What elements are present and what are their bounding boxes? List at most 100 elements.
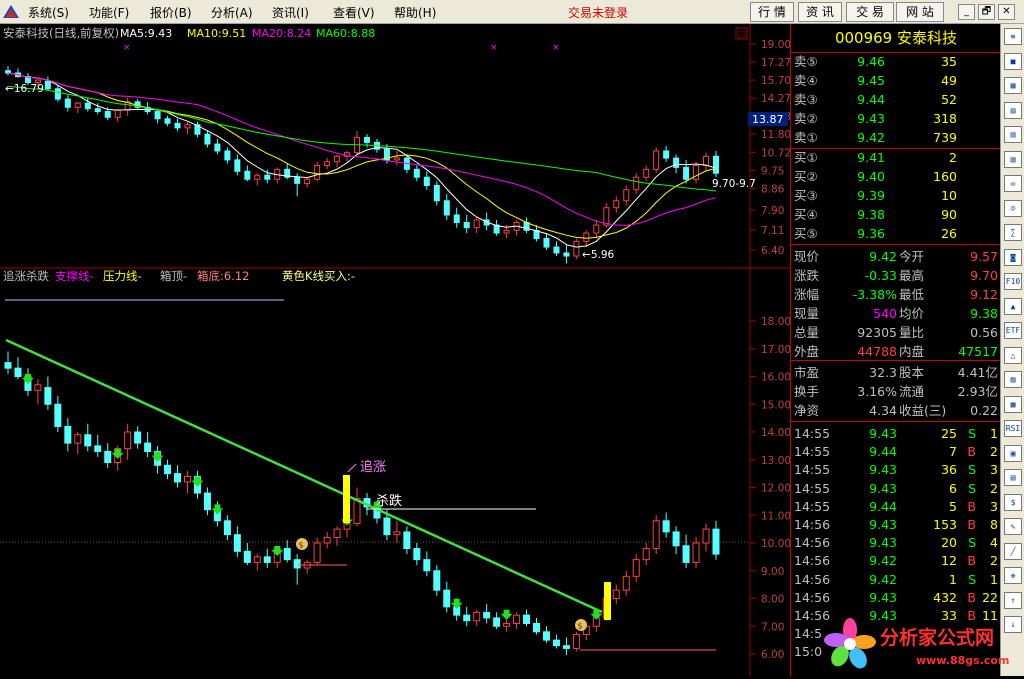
- toolbar-tool-icon[interactable]: F10: [1004, 273, 1022, 290]
- candle: [144, 432, 152, 457]
- toolbar-tool-icon[interactable]: ▥: [1004, 126, 1022, 143]
- toolbar-tool-icon[interactable]: ▤: [1004, 101, 1022, 119]
- quote-row: 买⑤ 9.36 26: [791, 225, 1001, 243]
- tick-time: 14:56: [794, 553, 831, 569]
- stat-label: 最低: [899, 287, 925, 302]
- ma60-line: [7, 86, 717, 192]
- stock-name: 安泰科技: [897, 29, 958, 47]
- bid-price: 9.36: [857, 226, 885, 241]
- tick-count: 2: [990, 480, 998, 496]
- candle: [54, 395, 62, 432]
- toolbar-tool-icon[interactable]: ▧: [1004, 150, 1022, 168]
- fund-label: 换手: [794, 384, 820, 399]
- toolbar-tool-icon[interactable]: ∑: [1004, 224, 1022, 241]
- toolbar-tool-icon[interactable]: ■: [1004, 52, 1022, 70]
- candle: [154, 108, 161, 124]
- toolbar-tool-icon[interactable]: ▤: [1004, 469, 1022, 486]
- candle: [653, 147, 660, 174]
- toolbar-tool-icon[interactable]: ▩: [1004, 395, 1022, 413]
- menu-help[interactable]: 帮助(H): [394, 4, 436, 21]
- close-icon[interactable]: ✕: [998, 4, 1015, 20]
- trade-status[interactable]: 交易未登录: [568, 4, 628, 21]
- tab-news[interactable]: 资 讯: [798, 2, 842, 22]
- candle: [413, 165, 420, 182]
- menu-info[interactable]: 资讯(I): [272, 4, 309, 21]
- restore-icon[interactable]: 🗗: [978, 4, 995, 20]
- toolbar-tool-icon[interactable]: △: [1004, 346, 1022, 364]
- toolbar-tool-icon[interactable]: ╱: [1004, 542, 1022, 560]
- quote-row: 卖① 9.42 739: [791, 129, 1001, 147]
- ask-label: 卖⑤: [794, 54, 818, 69]
- tab-market[interactable]: 行 情: [750, 2, 794, 22]
- stat-value: -0.33: [864, 268, 897, 283]
- candle: [523, 217, 530, 234]
- toolbar-tool-icon[interactable]: ✥: [1004, 567, 1022, 584]
- bid-label: 买①: [794, 150, 818, 165]
- tab-trade[interactable]: 交 易: [846, 2, 894, 22]
- toolbar-tool-icon[interactable]: ▣: [1004, 444, 1022, 462]
- menu-function[interactable]: 功能(F): [89, 4, 129, 21]
- menu-analysis[interactable]: 分析(A): [211, 4, 253, 21]
- quote-row: 14:56 9.43 153 B 8: [791, 516, 1001, 534]
- chart-area[interactable]: □ 安泰科技(日线,前复权) MA5:9.43 MA10:9.51 MA20:8…: [0, 24, 791, 676]
- toolbar-tool-icon[interactable]: ▨: [1004, 371, 1022, 388]
- ask-volume: 318: [933, 111, 957, 126]
- toolbar-tool-icon[interactable]: ◙: [1004, 248, 1022, 266]
- candle: [463, 214, 470, 234]
- candle: [74, 432, 82, 455]
- toolbar-tool-icon[interactable]: ✎: [1004, 518, 1022, 535]
- toolbar-tool-icon[interactable]: RSI: [1004, 420, 1022, 437]
- candle: [542, 626, 550, 643]
- ma10-label: MA10:9.51: [187, 27, 246, 40]
- candle: [552, 634, 560, 649]
- main-y-tick: 10.72: [761, 147, 790, 159]
- toolbar-tool-icon[interactable]: $: [1004, 493, 1022, 511]
- toolbar-tool-icon[interactable]: ▦: [1004, 77, 1022, 94]
- toolbar-tool-icon[interactable]: ▲: [1004, 297, 1022, 315]
- candle: [682, 534, 690, 568]
- tick-time: 14:56: [794, 535, 831, 551]
- menu-system[interactable]: 系统(S): [28, 4, 69, 21]
- candle: [453, 207, 460, 228]
- candle: [353, 487, 361, 527]
- candle: [134, 426, 142, 449]
- sell-arrow-icon: [151, 451, 164, 462]
- toolbar-tool-icon[interactable]: ≡: [1004, 28, 1022, 45]
- candle: [703, 152, 710, 172]
- candle: [433, 565, 441, 596]
- app-logo-icon[interactable]: [2, 3, 20, 21]
- candle: [533, 617, 541, 635]
- bid-price: 9.41: [857, 150, 885, 165]
- minimize-icon[interactable]: _: [958, 4, 975, 20]
- kline-chart[interactable]: □ 安泰科技(日线,前复权) MA5:9.43 MA10:9.51 MA20:8…: [0, 24, 791, 676]
- candle: [573, 238, 580, 260]
- svg-text:$: $: [578, 622, 583, 631]
- ask-label: 卖④: [794, 73, 818, 88]
- tick-volume: 12: [941, 553, 957, 569]
- quote-row: 卖④ 9.45 49: [791, 72, 1001, 90]
- tab-website[interactable]: 网 站: [896, 2, 944, 22]
- ma10-line: [7, 72, 717, 239]
- candle: [613, 196, 620, 213]
- main-y-tick: 11.80: [761, 129, 790, 141]
- chart-toggle-icon[interactable]: □: [737, 30, 746, 40]
- fund-value: 32.3: [869, 365, 897, 380]
- stat-value: 540: [873, 306, 897, 321]
- candle: [593, 219, 600, 239]
- stat-value: 9.38: [970, 306, 998, 321]
- toolbar-tool-icon[interactable]: ✉: [1004, 175, 1022, 192]
- menu-quote[interactable]: 报价(B): [150, 4, 192, 21]
- bid-label: 买③: [794, 188, 818, 203]
- candle: [702, 523, 710, 552]
- toolbar-tool-icon[interactable]: ↑: [1004, 591, 1022, 609]
- stat-value: 9.42: [869, 249, 897, 264]
- ask-volume: 49: [941, 73, 957, 88]
- toolbar-tool-icon[interactable]: ETF: [1004, 322, 1022, 339]
- side-toolbar: ≡ ■ ▦ ▤ ▥ ▧ ✉ ☺ ∑ ◙ F10 ▲ ETF △ ▨ ▩ RSI ▣ ▤ $ ✎ ╱ ✥ ↑ ↓: [1000, 24, 1024, 676]
- tick-time: 14:56: [794, 517, 831, 532]
- sell-arrow-icon: [500, 609, 513, 620]
- menu-view[interactable]: 查看(V): [333, 4, 375, 21]
- quote-row: 买④ 9.38 90: [791, 206, 1001, 224]
- box-top-label: 箱顶-: [160, 269, 187, 283]
- toolbar-tool-icon[interactable]: ☺: [1004, 199, 1022, 217]
